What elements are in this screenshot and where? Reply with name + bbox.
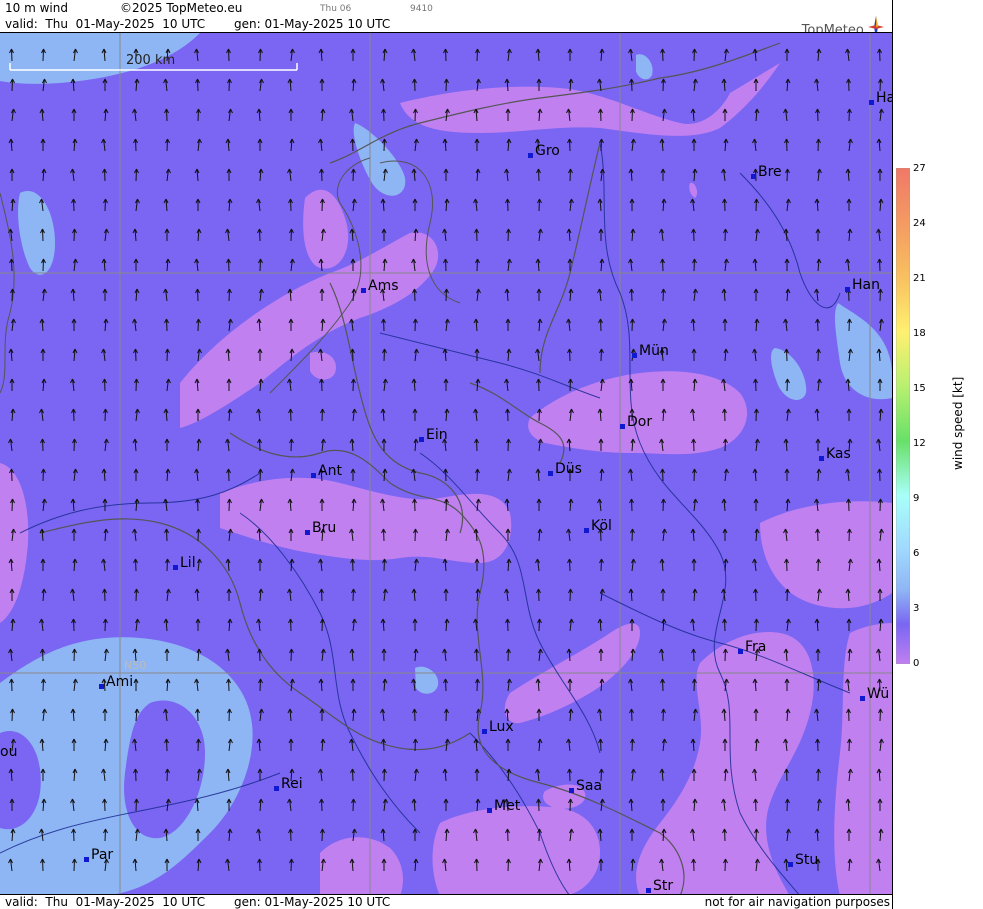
city-label: Han bbox=[845, 277, 880, 293]
footer-note: not for air navigation purposes bbox=[704, 895, 890, 909]
city-marker bbox=[819, 456, 824, 461]
city-label: Gro bbox=[528, 143, 560, 159]
legend-tick: 3 bbox=[913, 603, 920, 614]
city-marker bbox=[173, 565, 178, 570]
city-label: Stu bbox=[788, 852, 818, 868]
legend-tick: 27 bbox=[913, 163, 926, 174]
city-label: Ami bbox=[99, 674, 133, 690]
city-marker bbox=[788, 862, 793, 867]
city-marker bbox=[620, 424, 625, 429]
city-marker bbox=[311, 473, 316, 478]
day-label: Thu 06 bbox=[320, 4, 352, 14]
city-label: Düs bbox=[548, 461, 582, 477]
city-label: Köl bbox=[584, 518, 612, 534]
color-legend: 27 24 21 18 15 12 9 6 3 0 wind speed [kt… bbox=[892, 0, 983, 909]
legend-tick: 24 bbox=[913, 218, 926, 229]
gen-time: gen: 01-May-2025 10 UTC bbox=[234, 17, 391, 31]
city-label: Ant bbox=[311, 463, 342, 479]
latitude-label: N50 bbox=[124, 659, 147, 672]
city-label: Lux bbox=[482, 719, 514, 735]
city-label: Ha bbox=[869, 90, 892, 106]
wind-map[interactable]: 200 km N50 Gro Bre Ha Ams Han Mün Ein Do… bbox=[0, 32, 892, 895]
city-marker bbox=[738, 649, 743, 654]
city-label: Ein bbox=[419, 427, 448, 443]
legend-tick: 21 bbox=[913, 273, 926, 284]
city-marker bbox=[528, 153, 533, 158]
scale-label: 200 km bbox=[126, 53, 176, 68]
city-marker bbox=[869, 100, 874, 105]
city-label: Mün bbox=[632, 343, 669, 359]
city-marker bbox=[632, 353, 637, 358]
legend-tick: 6 bbox=[913, 548, 920, 559]
city-label: Str bbox=[646, 878, 673, 894]
city-marker bbox=[361, 288, 366, 293]
city-marker bbox=[419, 437, 424, 442]
footer-valid: valid: Thu 01-May-2025 10 UTC bbox=[5, 895, 206, 909]
city-marker bbox=[305, 530, 310, 535]
city-label: Met bbox=[487, 798, 520, 814]
legend-tick: 0 bbox=[913, 658, 920, 669]
legend-tick: 18 bbox=[913, 328, 926, 339]
city-marker bbox=[548, 471, 553, 476]
copyright: ©2025 TopMeteo.eu bbox=[120, 1, 243, 15]
city-marker bbox=[569, 788, 574, 793]
legend-tick: 9 bbox=[913, 493, 920, 504]
field-title: 10 m wind bbox=[5, 1, 68, 15]
city-marker bbox=[860, 696, 865, 701]
city-label: Wü bbox=[860, 686, 889, 702]
city-label: Kas bbox=[819, 446, 851, 462]
city-marker bbox=[274, 786, 279, 791]
footer-gen: gen: 01-May-2025 10 UTC bbox=[234, 895, 391, 909]
legend-tick: 12 bbox=[913, 438, 926, 449]
map-footer: valid: Thu 01-May-2025 10 UTC gen: 01-Ma… bbox=[0, 895, 892, 909]
city-marker bbox=[845, 287, 850, 292]
legend-unit: wind speed [kt] bbox=[951, 376, 965, 470]
city-label: Rei bbox=[274, 776, 303, 792]
city-label: Saa bbox=[569, 778, 602, 794]
city-label: Dor bbox=[620, 414, 652, 430]
city-label: Bre bbox=[751, 164, 782, 180]
city-label: Par bbox=[84, 847, 113, 863]
city-label: Bru bbox=[305, 520, 336, 536]
city-label: Fra bbox=[738, 639, 766, 655]
valid-time: valid: Thu 01-May-2025 10 UTC bbox=[5, 17, 206, 31]
city-marker bbox=[646, 888, 651, 893]
city-marker bbox=[584, 528, 589, 533]
city-label: Ams bbox=[361, 278, 399, 294]
legend-colorbar bbox=[896, 168, 910, 664]
wind-field-svg bbox=[0, 33, 892, 894]
city-marker bbox=[84, 857, 89, 862]
city-marker bbox=[482, 729, 487, 734]
map-header: 10 m wind ©2025 TopMeteo.eu Thu 06 9410 … bbox=[0, 0, 892, 38]
legend-tick: 15 bbox=[913, 383, 926, 394]
city-marker bbox=[487, 808, 492, 813]
city-marker bbox=[99, 684, 104, 689]
city-marker bbox=[751, 174, 756, 179]
city-label: ou bbox=[0, 744, 18, 760]
code-label: 9410 bbox=[410, 4, 433, 14]
city-label: Lil bbox=[173, 555, 196, 571]
